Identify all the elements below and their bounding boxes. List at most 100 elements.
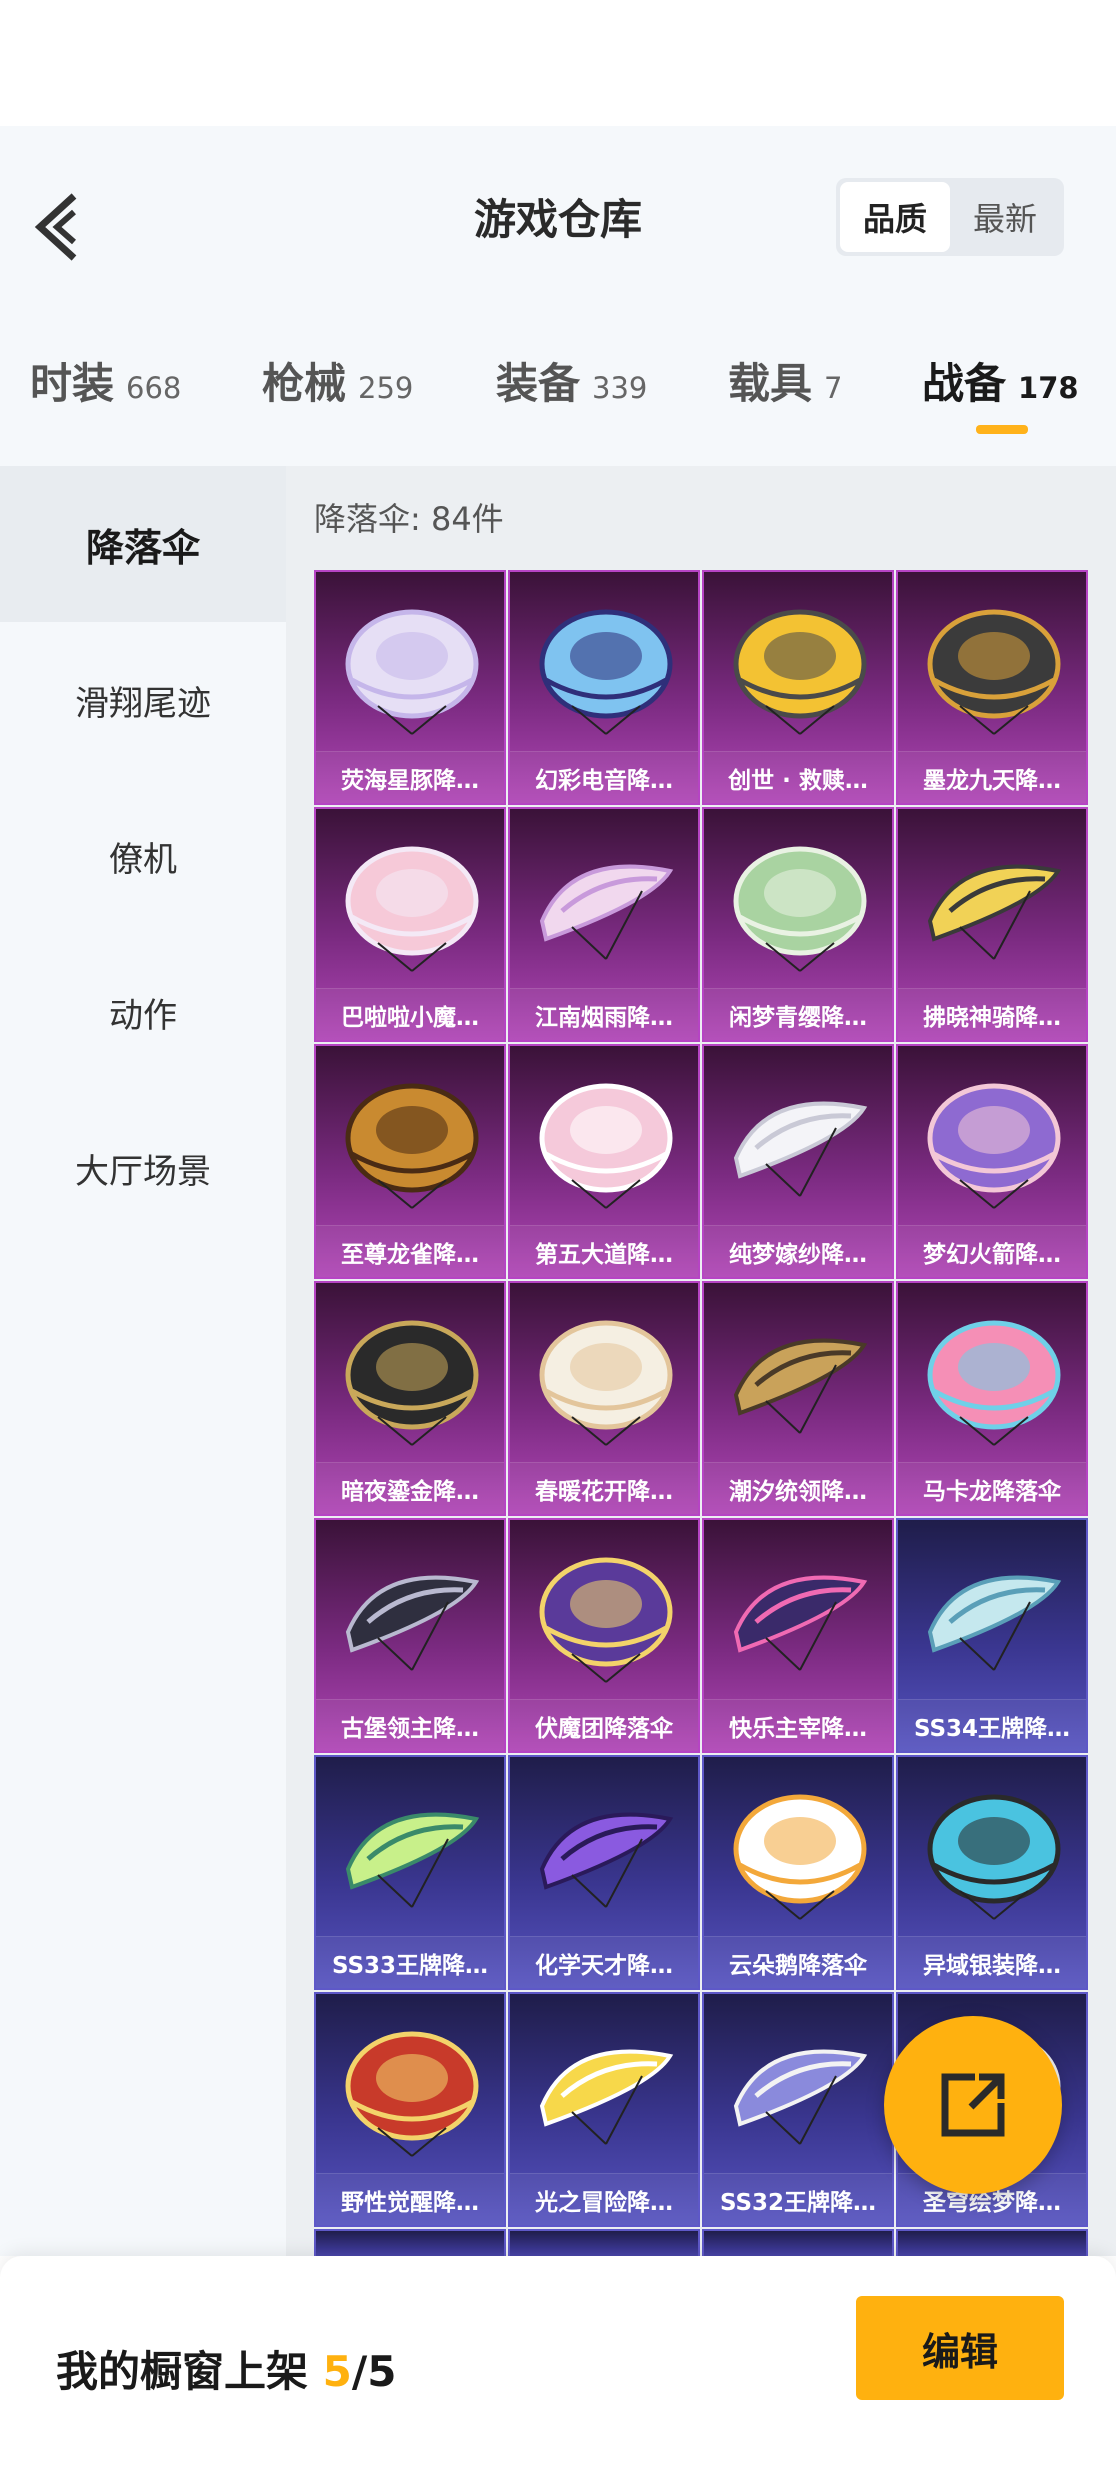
status-bar xyxy=(0,0,1116,126)
item-card[interactable]: 至尊龙雀降… xyxy=(314,1044,506,1279)
item-card[interactable]: 潮汐统领降… xyxy=(702,1281,894,1516)
item-card[interactable]: 化学天才降… xyxy=(508,1755,700,1990)
item-card[interactable]: 云朵鹅降落伞 xyxy=(702,1755,894,1990)
parachute-icon xyxy=(733,609,867,735)
item-name: 至尊龙雀降… xyxy=(316,1225,504,1277)
item-name: 闲梦青缨降… xyxy=(704,988,892,1040)
parachute-icon xyxy=(345,1320,479,1446)
item-card[interactable]: 闲梦青缨降… xyxy=(702,807,894,1042)
parachute-icon xyxy=(927,864,1062,960)
item-card[interactable]: 幻彩电音降… xyxy=(508,570,700,805)
item-card-partial[interactable] xyxy=(702,2229,894,2256)
item-card[interactable]: 异域银装降… xyxy=(896,1755,1088,1990)
item-grid: 荧海星豚降… 幻彩电音降… 创世 · 救赎… 墨龙九天降… 巴啦啦小魔… 江南烟雨降… 闲梦… xyxy=(314,570,1088,2256)
parachute-icon xyxy=(927,1083,1061,1209)
showcase-status: 我的橱窗上架 5/5 xyxy=(56,2338,396,2399)
item-card[interactable]: 梦幻火箭降… xyxy=(896,1044,1088,1279)
tab-fashion[interactable]: 时装 668 xyxy=(30,350,181,411)
item-name: 春暖花开降… xyxy=(510,1462,698,1514)
tab-count: 668 xyxy=(126,371,182,405)
sort-quality-button[interactable]: 品质 xyxy=(840,182,950,252)
item-card[interactable]: SS33王牌降… xyxy=(314,1755,506,1990)
item-card[interactable]: 野性觉醒降… xyxy=(314,1992,506,2227)
item-card[interactable]: 江南烟雨降… xyxy=(508,807,700,1042)
parachute-icon xyxy=(345,846,479,972)
item-card[interactable]: 春暖花开降… xyxy=(508,1281,700,1516)
item-name: 幻彩电音降… xyxy=(510,751,698,803)
item-name: 梦幻火箭降… xyxy=(898,1225,1086,1277)
item-card-partial[interactable] xyxy=(314,2229,506,2256)
parachute-icon xyxy=(733,2049,868,2145)
item-name: 暗夜鎏金降… xyxy=(316,1462,504,1514)
item-card[interactable]: 古堡领主降… xyxy=(314,1518,506,1753)
sidebar-item-glide-trail[interactable]: 滑翔尾迹 xyxy=(0,622,286,778)
parachute-icon xyxy=(539,1812,674,1908)
item-name: 江南烟雨降… xyxy=(510,988,698,1040)
item-count-label: 降落伞: 84件 xyxy=(314,500,504,538)
tab-count: 259 xyxy=(358,371,414,405)
item-card[interactable]: 光之冒险降… xyxy=(508,1992,700,2227)
share-icon xyxy=(941,2073,1005,2137)
item-card[interactable]: 快乐主宰降… xyxy=(702,1518,894,1753)
parachute-icon xyxy=(539,609,673,735)
tab-battle-gear[interactable]: 战备 178 xyxy=(922,350,1079,411)
sort-toggle: 品质 最新 xyxy=(836,178,1064,256)
sidebar-item-emote[interactable]: 动作 xyxy=(0,934,286,1090)
item-name: 野性觉醒降… xyxy=(316,2173,504,2225)
item-card-partial[interactable] xyxy=(896,2229,1088,2256)
item-name: 马卡龙降落伞 xyxy=(898,1462,1086,1514)
sort-newest-button[interactable]: 最新 xyxy=(950,182,1060,252)
item-card[interactable]: 马卡龙降落伞 xyxy=(896,1281,1088,1516)
parachute-icon xyxy=(345,2031,479,2157)
tab-label: 枪械 xyxy=(262,359,347,408)
parachute-icon xyxy=(927,1794,1061,1920)
parachute-icon xyxy=(345,1575,480,1671)
sidebar-item-parachute[interactable]: 降落伞 xyxy=(0,466,286,622)
item-name: 潮汐统领降… xyxy=(704,1462,892,1514)
active-tab-indicator xyxy=(976,425,1028,434)
tab-count: 178 xyxy=(1018,371,1079,405)
item-name: 古堡领主降… xyxy=(316,1699,504,1751)
item-name: 墨龙九天降… xyxy=(898,751,1086,803)
item-card[interactable]: SS32王牌降… xyxy=(702,1992,894,2227)
parachute-icon xyxy=(927,1575,1062,1671)
item-name: 化学天才降… xyxy=(510,1936,698,1988)
item-card[interactable]: 纯梦嫁纱降… xyxy=(702,1044,894,1279)
item-card[interactable]: 创世 · 救赎… xyxy=(702,570,894,805)
parachute-icon xyxy=(927,609,1061,735)
item-card[interactable]: 荧海星豚降… xyxy=(314,570,506,805)
sidebar-item-wingman[interactable]: 僚机 xyxy=(0,778,286,934)
item-name: 荧海星豚降… xyxy=(316,751,504,803)
sidebar-item-lobby-scene[interactable]: 大厅场景 xyxy=(0,1090,286,1246)
item-card-partial[interactable] xyxy=(508,2229,700,2256)
parachute-icon xyxy=(539,2049,674,2145)
share-button[interactable] xyxy=(884,2016,1062,2194)
item-card[interactable]: 巴啦啦小魔… xyxy=(314,807,506,1042)
tab-equipment[interactable]: 装备 339 xyxy=(496,350,647,411)
edit-button[interactable]: 编辑 xyxy=(856,2296,1064,2400)
parachute-icon xyxy=(733,1101,868,1197)
item-name: 创世 · 救赎… xyxy=(704,751,892,803)
item-name: SS33王牌降… xyxy=(316,1936,504,1988)
item-card[interactable]: SS34王牌降… xyxy=(896,1518,1088,1753)
parachute-icon xyxy=(539,1320,673,1446)
showcase-footer: 我的橱窗上架 5/5 编辑 xyxy=(0,2256,1116,2484)
showcase-label: 我的橱窗上架 xyxy=(56,2347,323,2396)
category-tabs: 时装 668 枪械 259 装备 339 载具 7 战备 178 xyxy=(0,350,1116,470)
item-card[interactable]: 拂晓神骑降… xyxy=(896,807,1088,1042)
parachute-icon xyxy=(539,1557,673,1683)
item-name: 纯梦嫁纱降… xyxy=(704,1225,892,1277)
parachute-icon xyxy=(927,1320,1061,1446)
item-card[interactable]: 暗夜鎏金降… xyxy=(314,1281,506,1516)
item-card[interactable]: 第五大道降… xyxy=(508,1044,700,1279)
parachute-icon xyxy=(733,1794,867,1920)
item-card[interactable]: 墨龙九天降… xyxy=(896,570,1088,805)
item-name: SS34王牌降… xyxy=(898,1699,1086,1751)
sidebar: 降落伞 滑翔尾迹 僚机 动作 大厅场景 xyxy=(0,466,286,2256)
tab-firearms[interactable]: 枪械 259 xyxy=(262,350,413,411)
tab-vehicles[interactable]: 载具 7 xyxy=(728,350,842,411)
parachute-icon xyxy=(345,1083,479,1209)
item-card[interactable]: 伏魔团降落伞 xyxy=(508,1518,700,1753)
showcase-shown-count: 5 xyxy=(322,2347,352,2396)
tab-label: 时装 xyxy=(30,359,115,408)
